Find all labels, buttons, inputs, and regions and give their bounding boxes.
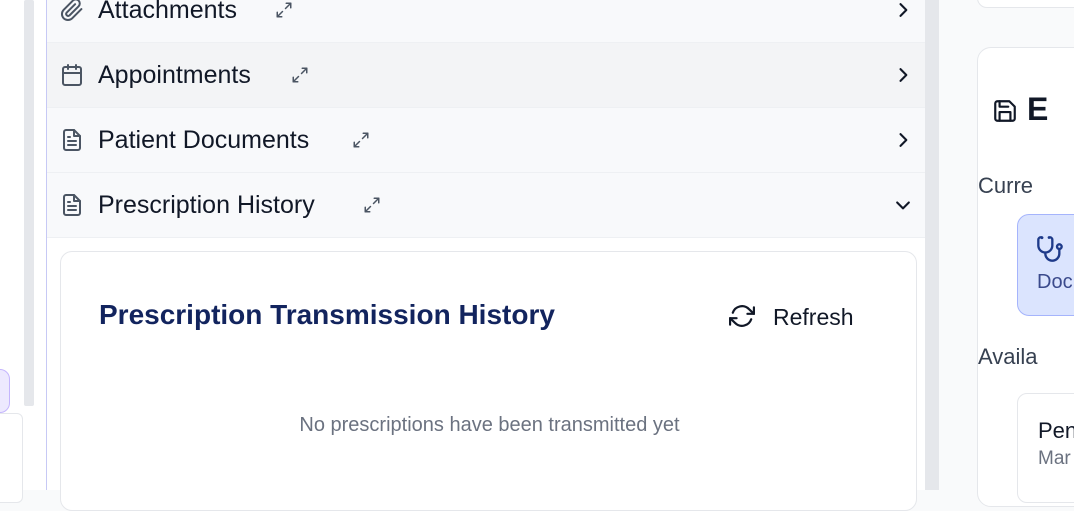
section-label: Appointments [98, 60, 251, 89]
document-icon [60, 193, 84, 217]
expand-icon[interactable] [362, 195, 382, 215]
section-prescription-history[interactable]: Prescription History [47, 173, 926, 238]
current-label: Curre [978, 173, 1034, 198]
right-top-card [977, 0, 1074, 8]
right-panel-heading: E [1027, 91, 1049, 127]
patient-sections-panel: Attachments Appointments Patient Documen… [46, 0, 926, 511]
section-attachments[interactable]: Attachments [47, 0, 926, 43]
section-patient-documents[interactable]: Patient Documents [47, 108, 926, 173]
stethoscope-icon [1036, 235, 1064, 263]
left-gutter [0, 0, 47, 503]
save-icon [992, 98, 1016, 122]
chevron-right-icon[interactable] [892, 0, 914, 21]
section-label: Patient Documents [98, 125, 310, 154]
current-role-card[interactable]: Doc [1017, 214, 1074, 316]
available-item-title: Pen [1038, 418, 1074, 443]
document-icon [60, 128, 84, 152]
section-label: Attachments [98, 0, 237, 24]
chevron-down-icon[interactable] [892, 194, 914, 216]
chevron-right-icon[interactable] [892, 64, 914, 86]
section-appointments[interactable]: Appointments [47, 43, 926, 108]
refresh-label: Refresh [773, 303, 854, 330]
left-selected-card[interactable] [0, 369, 10, 413]
main-scrollbar[interactable] [925, 0, 939, 490]
refresh-button[interactable]: Refresh [729, 300, 854, 334]
expand-icon[interactable] [274, 0, 294, 20]
chevron-right-icon[interactable] [892, 129, 914, 151]
refresh-icon [729, 303, 755, 332]
available-label: Availa [978, 344, 1038, 369]
available-item-subtitle: Mar [1038, 448, 1071, 469]
current-role-text: Doc [1037, 271, 1073, 293]
history-title: Prescription Transmission History [99, 299, 555, 330]
left-scrollbar[interactable] [24, 0, 34, 406]
expand-icon[interactable] [351, 130, 371, 150]
section-label: Prescription History [98, 190, 315, 219]
empty-state-message: No prescriptions have been transmitted y… [299, 414, 680, 436]
calendar-icon [60, 63, 84, 87]
available-item-card[interactable]: Pen Mar [1017, 393, 1074, 503]
prescription-history-card: Prescription Transmission History Refres… [60, 251, 917, 511]
right-panel: E Curre Doc Availa Pen Mar [939, 0, 1074, 507]
expand-icon[interactable] [290, 65, 310, 85]
paperclip-icon [60, 0, 84, 22]
